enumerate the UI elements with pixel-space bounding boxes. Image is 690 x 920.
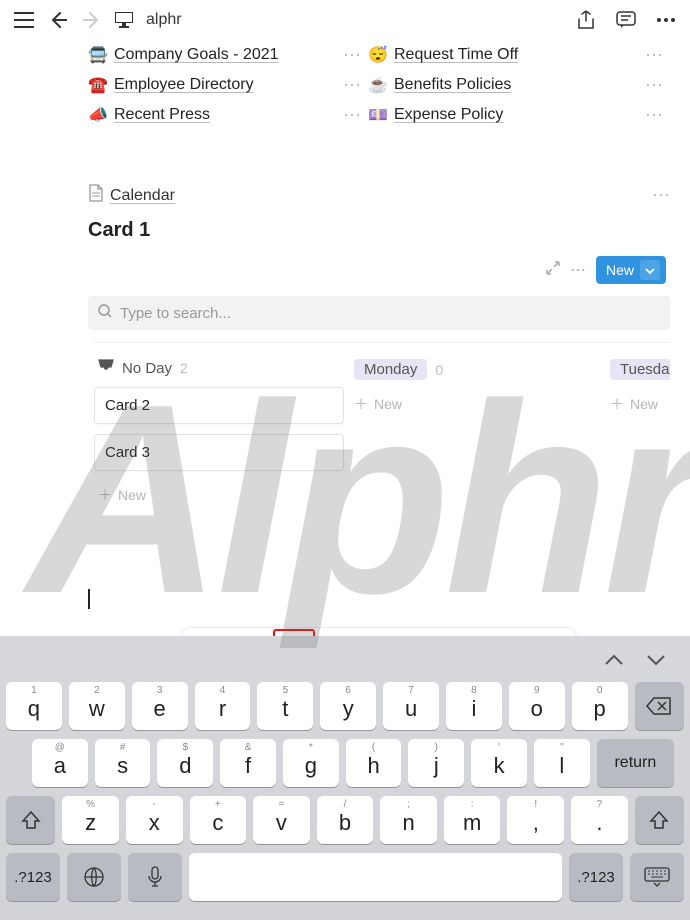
plus-icon: ＋ (610, 394, 624, 414)
board-column: Tuesday 0 ＋New (606, 355, 670, 509)
calendar-link[interactable]: Calendar ⋯ (88, 180, 670, 211)
key-o[interactable]: 9o (509, 682, 565, 730)
key-e[interactable]: 3e (132, 682, 188, 730)
link-item[interactable]: ☎️Employee Directory⋯ (88, 70, 368, 100)
chevron-down-icon[interactable] (640, 260, 660, 280)
search-icon (98, 304, 112, 322)
more-icon[interactable]: ⋯ (652, 185, 670, 206)
share-icon[interactable] (574, 8, 598, 32)
forward-button (80, 8, 104, 32)
chevron-down-icon[interactable] (646, 653, 666, 671)
more-icon[interactable]: ⋯ (645, 105, 664, 126)
links-section: 🚍Company Goals - 2021⋯ ☎️Employee Direct… (88, 40, 670, 130)
page-icon (114, 10, 134, 30)
document-icon (88, 184, 104, 207)
more-icon[interactable]: ⋯ (343, 105, 362, 126)
key-s[interactable]: #s (95, 739, 151, 787)
add-card-button[interactable]: ＋New (94, 481, 344, 509)
key-x[interactable]: -x (126, 796, 183, 844)
key-,[interactable]: !, (507, 796, 564, 844)
return-key[interactable]: return (597, 739, 674, 787)
key-m[interactable]: :m (444, 796, 501, 844)
board-title[interactable]: Card 1 (88, 219, 670, 242)
plus-icon: ＋ (98, 485, 112, 505)
plus-icon: ＋ (354, 394, 368, 414)
key-v[interactable]: =v (253, 796, 310, 844)
menu-icon[interactable] (12, 8, 36, 32)
card[interactable]: Card 3 (94, 434, 344, 471)
numeric-key[interactable]: .?123 (6, 853, 60, 901)
link-item[interactable]: 🚍Company Goals - 2021⋯ (88, 40, 368, 70)
key-q[interactable]: 1q (6, 682, 62, 730)
shift-key[interactable] (635, 796, 684, 844)
text-cursor[interactable] (88, 589, 670, 609)
link-item[interactable]: 📣Recent Press⋯ (88, 100, 368, 130)
more-icon[interactable]: ⋯ (645, 75, 664, 96)
key-f[interactable]: &f (220, 739, 276, 787)
backspace-key[interactable] (635, 682, 684, 730)
more-icon[interactable] (654, 8, 678, 32)
key-j[interactable]: )j (408, 739, 464, 787)
key-w[interactable]: 2w (69, 682, 125, 730)
new-button[interactable]: New (596, 256, 666, 284)
key-p[interactable]: 0p (572, 682, 628, 730)
link-item[interactable]: 😴Request Time Off⋯ (368, 40, 670, 70)
globe-key[interactable] (67, 853, 121, 901)
more-icon[interactable]: ⋯ (343, 75, 362, 96)
key-k[interactable]: 'k (471, 739, 527, 787)
add-card-button[interactable]: ＋New (606, 390, 670, 418)
key-l[interactable]: "l (534, 739, 590, 787)
more-icon[interactable]: ⋯ (645, 45, 664, 66)
hide-keyboard-key[interactable] (630, 853, 684, 901)
key-t[interactable]: 5t (257, 682, 313, 730)
key-h[interactable]: (h (346, 739, 402, 787)
key-a[interactable]: @a (32, 739, 88, 787)
key-.[interactable]: ?. (571, 796, 628, 844)
board: No Day 2 Card 2 Card 3 ＋New Monday 0 ＋Ne… (94, 342, 670, 509)
key-g[interactable]: *g (283, 739, 339, 787)
key-d[interactable]: $d (157, 739, 213, 787)
mic-key[interactable] (128, 853, 182, 901)
link-item[interactable]: ☕️Benefits Policies⋯ (368, 70, 670, 100)
link-item[interactable]: 💷Expense Policy⋯ (368, 100, 670, 130)
inbox-icon (98, 359, 114, 377)
key-i[interactable]: 8i (446, 682, 502, 730)
space-key[interactable] (189, 853, 562, 901)
add-card-button[interactable]: ＋New (350, 390, 600, 418)
key-r[interactable]: 4r (195, 682, 251, 730)
more-icon[interactable]: ⋯ (343, 45, 362, 66)
more-icon[interactable]: ⋯ (570, 260, 586, 280)
key-y[interactable]: 6y (320, 682, 376, 730)
board-column: No Day 2 Card 2 Card 3 ＋New (94, 355, 344, 509)
key-u[interactable]: 7u (383, 682, 439, 730)
onscreen-keyboard: 1q2w3e4r5t6y7u8i9o0p @a#s$d&f*g(h)j'k"lr… (0, 636, 690, 920)
comments-icon[interactable] (614, 8, 638, 32)
board-column: Monday 0 ＋New (350, 355, 600, 509)
key-z[interactable]: %z (62, 796, 119, 844)
page-title[interactable]: alphr (146, 11, 182, 29)
chevron-up-icon[interactable] (604, 653, 624, 671)
back-button[interactable] (46, 8, 70, 32)
key-n[interactable]: ;n (380, 796, 437, 844)
expand-icon[interactable] (546, 261, 560, 280)
numeric-key[interactable]: .?123 (569, 853, 623, 901)
search-input[interactable]: Type to search... (88, 296, 670, 330)
top-bar: alphr (0, 0, 690, 40)
card[interactable]: Card 2 (94, 387, 344, 424)
key-c[interactable]: +c (190, 796, 247, 844)
shift-key[interactable] (6, 796, 55, 844)
key-b[interactable]: /b (317, 796, 374, 844)
